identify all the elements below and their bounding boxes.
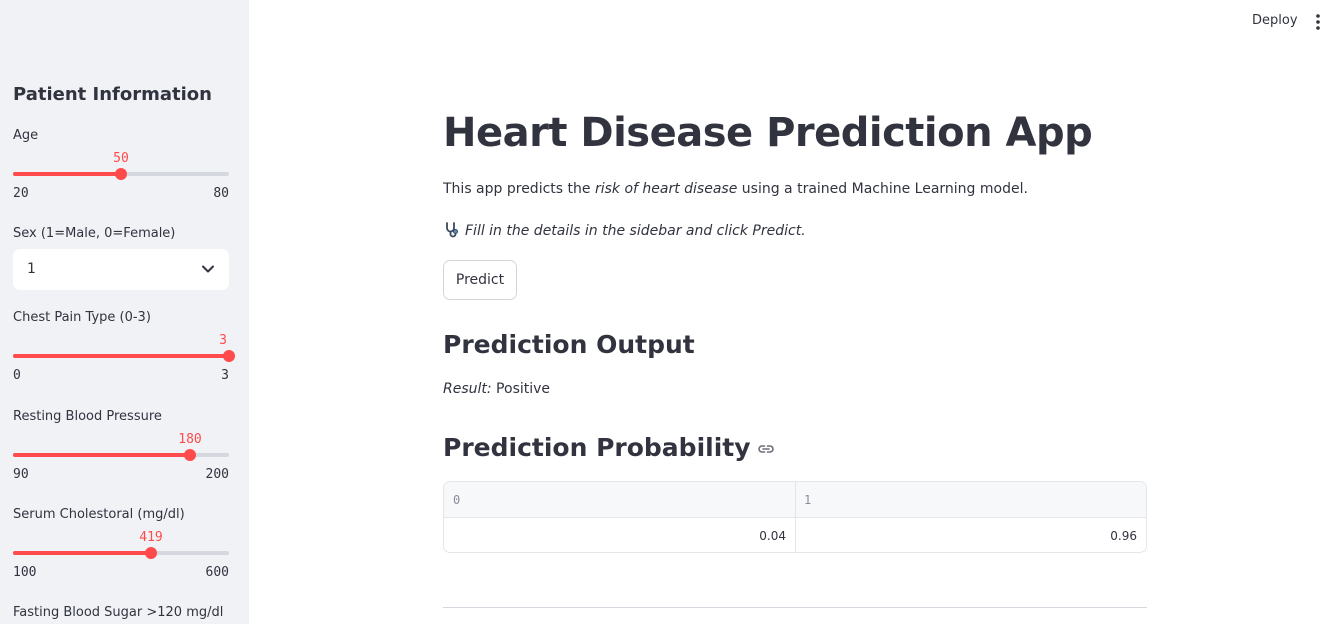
sex-select[interactable]: 1 [13,249,229,290]
chest-pain-slider[interactable]: 3 0 3 [13,333,235,388]
slider-min: 20 [13,186,29,201]
table-header-cell-1[interactable]: 1 [804,493,811,507]
slider-fill [13,172,121,176]
bp-slider[interactable]: 180 90 200 [13,432,229,487]
chevron-down-icon [202,265,214,273]
table-cell-0[interactable]: 0.04 [446,529,786,543]
slider-max: 3 [221,368,229,383]
chest-pain-label: Chest Pain Type (0-3) [13,310,151,325]
prediction-probability-label: Prediction Probability [443,433,751,462]
slider-max: 80 [213,186,229,201]
page-title: Heart Disease Prediction App [443,110,1093,156]
sidebar-title: Patient Information [13,84,212,105]
result-value: Positive [491,381,551,397]
slider-min: 100 [13,565,37,580]
slider-min: 0 [13,368,21,383]
table-header-cell-0[interactable]: 0 [453,493,460,507]
slider-thumb[interactable] [223,350,235,362]
predict-button[interactable]: Predict [443,260,517,300]
divider [443,607,1147,608]
intro-before: This app predicts the [443,181,595,197]
intro-after: using a trained Machine Learning model. [737,181,1028,197]
slider-thumb[interactable] [115,168,127,180]
sex-label: Sex (1=Male, 0=Female) [13,226,176,241]
stethoscope-icon [446,222,458,238]
hint-label: Fill in the details in the sidebar and c… [465,223,806,239]
vertical-ellipsis-icon[interactable] [1312,12,1324,32]
slider-value: 180 [178,432,202,447]
chol-label: Serum Cholestoral (mg/dl) [13,507,185,522]
chol-slider[interactable]: 419 100 600 [13,530,229,585]
age-slider[interactable]: 50 20 80 [13,151,229,206]
result-text: Result: Positive [443,381,550,397]
result-label: Result: [443,381,492,397]
fbs-label: Fasting Blood Sugar >120 mg/dl [13,605,224,620]
slider-fill [13,453,190,457]
slider-value: 50 [113,151,129,166]
prediction-output-heading: Prediction Output [443,330,695,359]
slider-fill [13,354,229,358]
table-cell-1[interactable]: 0.96 [797,529,1137,543]
slider-max: 600 [205,565,229,580]
probability-table[interactable]: 0 1 0.04 0.96 [443,481,1147,553]
sidebar: Patient Information Age 50 20 80 Sex (1=… [0,0,249,624]
link-icon[interactable] [757,440,775,458]
slider-max: 200 [205,467,229,482]
sex-selected-value: 1 [27,261,36,277]
slider-fill [13,551,151,555]
deploy-button[interactable]: Deploy [1252,13,1298,28]
slider-thumb[interactable] [184,449,196,461]
prediction-probability-heading: Prediction Probability [443,433,775,462]
intro-text: This app predicts the risk of heart dise… [443,181,1028,197]
slider-min: 90 [13,467,29,482]
intro-emphasis: risk of heart disease [594,181,738,197]
hint-text: Fill in the details in the sidebar and c… [443,221,806,239]
bp-label: Resting Blood Pressure [13,409,162,424]
slider-thumb[interactable] [145,547,157,559]
column-divider [795,482,796,552]
slider-value: 3 [219,333,227,348]
age-label: Age [13,128,39,143]
slider-value: 419 [139,530,163,545]
